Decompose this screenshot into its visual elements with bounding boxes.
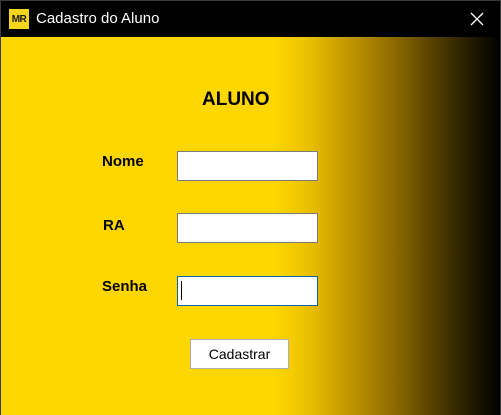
ra-label: RA	[103, 217, 125, 234]
senha-input[interactable]	[177, 276, 318, 306]
app-logo-icon: MR	[9, 9, 29, 29]
nome-input[interactable]	[177, 151, 318, 181]
close-icon	[470, 12, 484, 25]
senha-label: Senha	[102, 278, 148, 295]
window: MR Cadastro do Aluno ALUNO Nome RA Senha…	[0, 0, 501, 415]
text-caret	[181, 281, 182, 300]
cadastrar-button[interactable]: Cadastrar	[190, 339, 289, 369]
close-button[interactable]	[454, 1, 500, 36]
form-panel: ALUNO Nome RA Senha Cadastrar	[1, 37, 500, 415]
nome-label: Nome	[102, 153, 144, 170]
form-heading: ALUNO	[202, 89, 270, 110]
ra-input[interactable]	[177, 213, 318, 243]
app-logo-text: MR	[11, 13, 27, 25]
window-title: Cadastro do Aluno	[36, 10, 160, 27]
title-bar: MR Cadastro do Aluno	[1, 1, 500, 36]
